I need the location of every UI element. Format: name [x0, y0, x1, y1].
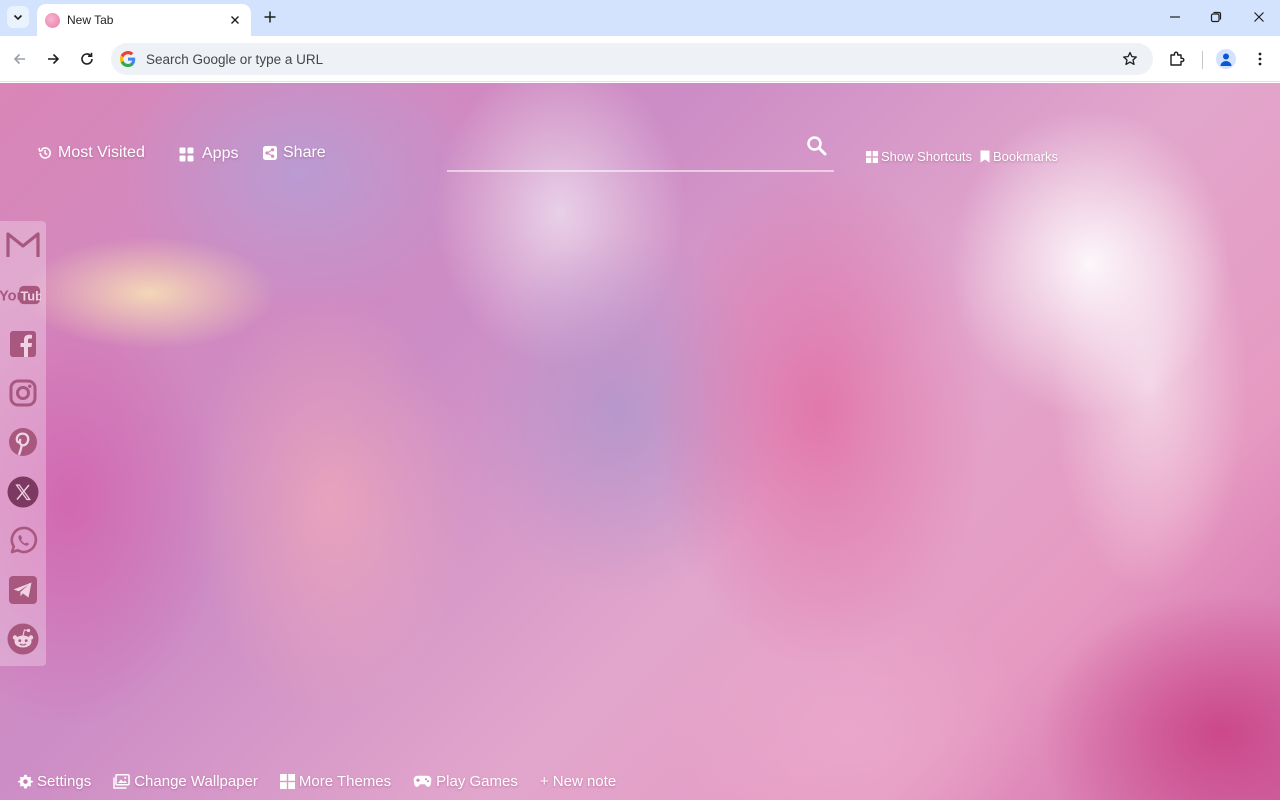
address-bar-placeholder: Search Google or type a URL — [146, 51, 324, 67]
gmail-icon — [6, 232, 40, 257]
close-window-button[interactable] — [1245, 6, 1273, 28]
chevron-down-icon — [13, 14, 23, 21]
menu-button[interactable] — [1248, 47, 1272, 71]
facebook-link[interactable] — [5, 326, 41, 362]
new-note-link[interactable]: + New note — [540, 773, 616, 790]
tab-title: New Tab — [67, 13, 114, 27]
bookmarks-label: Bookmarks — [993, 149, 1059, 164]
google-g-icon — [120, 51, 136, 67]
grid-icon — [279, 773, 295, 789]
bookmark-star-button[interactable] — [1120, 49, 1140, 69]
instagram-link[interactable] — [5, 375, 41, 411]
youtube-icon: You Tube — [0, 285, 41, 304]
extensions-button[interactable] — [1165, 47, 1189, 71]
profile-button[interactable] — [1214, 47, 1238, 71]
history-icon — [38, 147, 51, 159]
tab-new-tab[interactable]: New Tab — [37, 4, 251, 36]
search-input[interactable] — [447, 135, 797, 167]
change-wallpaper-link[interactable]: Change Wallpaper — [113, 773, 258, 790]
reddit-link[interactable] — [5, 621, 41, 657]
bookmarks-link[interactable]: Bookmarks — [980, 149, 1058, 164]
pinterest-icon — [9, 428, 37, 456]
pinterest-link[interactable] — [5, 424, 41, 460]
telegram-link[interactable] — [5, 572, 41, 608]
share-label: Share — [283, 144, 326, 161]
show-shortcuts-link[interactable]: Show Shortcuts — [866, 149, 972, 164]
more-vertical-icon — [1258, 52, 1262, 66]
most-visited-label: Most Visited — [58, 144, 145, 161]
gmail-link[interactable] — [5, 227, 41, 263]
share-link[interactable]: Share — [263, 144, 326, 162]
gear-icon — [18, 774, 33, 788]
share-icon — [263, 146, 277, 160]
tab-search-button[interactable] — [7, 6, 29, 28]
minimize-button[interactable] — [1161, 6, 1189, 28]
grid-icon — [179, 147, 194, 161]
new-tab-page: Most Visited Apps Share Show Shortcuts B… — [0, 83, 1280, 800]
person-icon — [1220, 53, 1232, 66]
whatsapp-link[interactable] — [5, 523, 41, 559]
address-bar[interactable]: Search Google or type a URL — [111, 43, 1153, 75]
facebook-icon — [10, 331, 36, 357]
new-note-label: + New note — [539, 772, 617, 790]
forward-button[interactable] — [41, 47, 65, 71]
search-icon[interactable] — [806, 135, 828, 157]
settings-link[interactable]: Settings — [18, 773, 91, 790]
social-sidebar: You Tube — [0, 221, 46, 666]
tab-close-button[interactable] — [227, 12, 243, 28]
change-wallpaper-label: Change Wallpaper — [134, 772, 258, 790]
close-icon — [1254, 12, 1264, 22]
show-shortcuts-label: Show Shortcuts — [881, 149, 973, 164]
images-icon — [113, 773, 130, 789]
telegram-icon — [9, 576, 37, 604]
play-games-label: Play Games — [436, 772, 518, 790]
reload-icon — [81, 52, 93, 65]
apps-label: Apps — [202, 145, 239, 162]
play-games-link[interactable]: Play Games — [413, 773, 518, 790]
youtube-link[interactable]: You Tube — [0, 277, 41, 313]
more-themes-label: More Themes — [298, 772, 392, 790]
reddit-icon — [7, 623, 39, 655]
toolbar-separator — [1202, 51, 1203, 69]
x-link[interactable] — [5, 474, 41, 510]
x-icon — [7, 476, 39, 508]
minimize-icon — [1170, 16, 1180, 18]
bottom-bar: Settings Change Wallpaper More Themes Pl… — [18, 769, 638, 793]
back-button[interactable] — [8, 47, 32, 71]
avatar — [1216, 49, 1236, 69]
whatsapp-icon — [10, 526, 38, 554]
arrow-right-icon — [48, 53, 60, 65]
bookmark-icon — [980, 150, 990, 163]
search-underline — [447, 170, 834, 172]
grid-icon — [866, 150, 878, 163]
restore-button[interactable] — [1202, 6, 1230, 28]
settings-label: Settings — [37, 772, 92, 790]
gamepad-icon — [413, 775, 432, 787]
star-icon — [1123, 51, 1137, 66]
browser-toolbar: Search Google or type a URL — [0, 36, 1280, 82]
plus-icon — [264, 11, 276, 23]
restore-icon — [1210, 11, 1222, 23]
arrow-left-icon — [13, 53, 25, 65]
apps-link[interactable]: Apps — [179, 145, 238, 163]
more-themes-link[interactable]: More Themes — [279, 772, 392, 790]
reload-button[interactable] — [75, 47, 99, 71]
close-icon — [231, 16, 239, 24]
svg-text:Tube: Tube — [20, 288, 41, 303]
instagram-icon — [9, 379, 37, 407]
tab-strip: New Tab — [0, 0, 1280, 36]
puzzle-icon — [1170, 51, 1185, 66]
tab-favicon-icon — [45, 12, 60, 28]
new-tab-button[interactable] — [260, 7, 280, 27]
most-visited-link[interactable]: Most Visited — [38, 144, 145, 162]
